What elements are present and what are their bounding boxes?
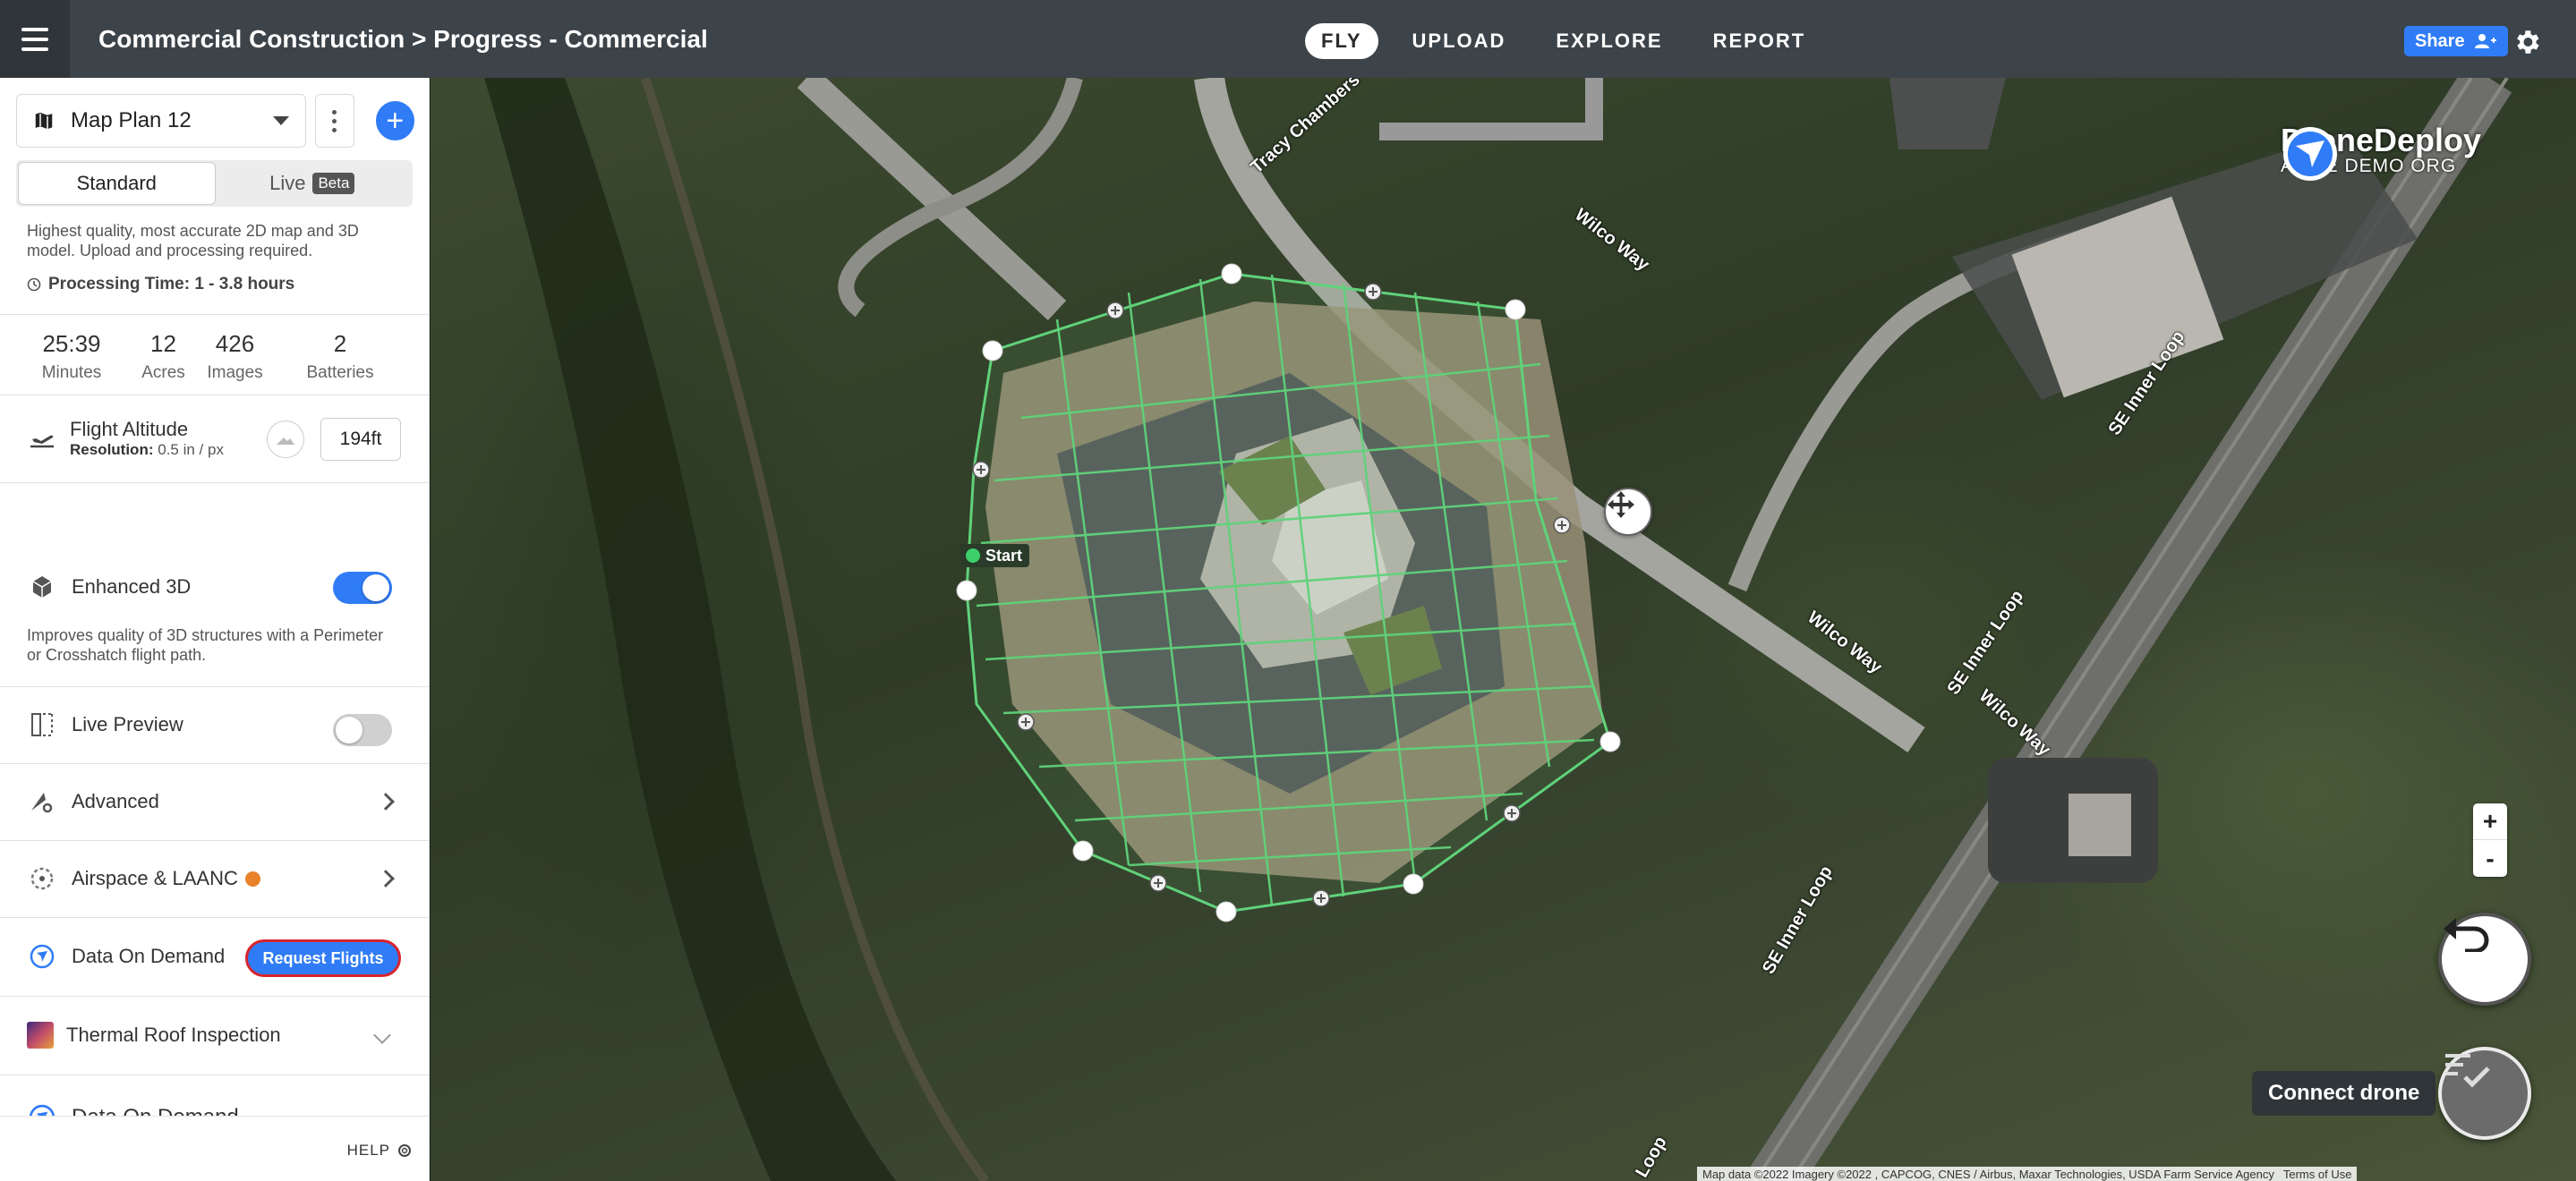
main-nav: FLY UPLOAD EXPLORE REPORT — [1305, 23, 1821, 59]
more-options-icon[interactable] — [315, 94, 354, 148]
resolution: Resolution: 0.5 in / px — [70, 441, 224, 458]
live-preview-label: Live Preview — [72, 713, 183, 735]
connect-drone-button[interactable] — [2438, 1047, 2531, 1140]
stat-batteries: 2 Batteries — [306, 330, 374, 382]
stat-images: 426 Images — [207, 330, 263, 382]
stat-minutes: 25:39 Minutes — [41, 330, 102, 382]
mode-description: Highest quality, most accurate 2D map an… — [27, 222, 359, 259]
undo-button[interactable] — [2438, 913, 2531, 1006]
chevron-down-icon — [273, 116, 290, 125]
zoom-out-button[interactable]: - — [2473, 840, 2507, 877]
warning-dot-icon — [244, 871, 260, 887]
processing-time-text: Processing Time: 1 - 3.8 hours — [48, 275, 295, 293]
live-preview-toggle[interactable] — [333, 714, 392, 746]
beta-badge: Beta — [312, 173, 355, 194]
add-user-icon — [2474, 34, 2496, 48]
airspace-icon — [29, 865, 55, 892]
terms-link[interactable]: Terms of Use — [2283, 1168, 2352, 1181]
enhanced-3d-toggle[interactable] — [333, 572, 392, 604]
connect-drone-label: Connect drone — [2252, 1071, 2436, 1116]
menu-icon[interactable] — [0, 0, 70, 78]
thermal-roof-row[interactable]: Thermal Roof Inspection — [0, 996, 429, 1075]
breadcrumb[interactable]: Commercial Construction > Progress - Com… — [98, 25, 708, 54]
move-polygon-handle[interactable] — [1604, 488, 1652, 536]
chevron-right-icon — [377, 870, 395, 888]
plan-name: Map Plan 12 — [71, 108, 192, 132]
tab-report[interactable]: REPORT — [1697, 23, 1822, 59]
mode-live-label: Live — [269, 172, 306, 194]
map-view[interactable]: Wilco Way Tracy Chambers Wilco Way Wilco… — [431, 78, 2576, 1181]
stat-acres: 12 Acres — [141, 330, 185, 382]
terrain-icon — [277, 438, 294, 445]
map-icon — [34, 111, 54, 131]
plan-row: Map Plan 12 + — [16, 94, 414, 148]
clock-icon — [27, 277, 41, 292]
divider — [0, 314, 429, 315]
takeoff-icon — [30, 435, 54, 448]
start-dot-icon — [966, 548, 980, 563]
airspace-row[interactable]: Airspace & LAANC — [0, 840, 429, 917]
thermal-roof-label: Thermal Roof Inspection — [66, 1024, 281, 1046]
dronedeploy-logo: DroneDeploy ACME DEMO ORG — [2281, 124, 2481, 181]
advanced-row[interactable]: Advanced — [0, 763, 429, 840]
help-label: HELP — [346, 1142, 390, 1159]
add-plan-button[interactable]: + — [375, 101, 414, 140]
processing-time: Processing Time: 1 - 3.8 hours — [27, 275, 294, 294]
help-bar: HELP — [0, 1116, 429, 1181]
divider — [0, 482, 429, 483]
advanced-settings-icon — [29, 788, 55, 815]
plan-select[interactable]: Map Plan 12 — [16, 94, 307, 148]
airspace-label: Airspace & LAANC — [72, 867, 238, 889]
checklist-icon — [2445, 1054, 2490, 1088]
advanced-label: Advanced — [72, 790, 159, 812]
dronedeploy-logo-icon — [2283, 127, 2337, 181]
data-on-demand-icon — [29, 943, 55, 970]
data-on-demand-label: Data On Demand — [72, 945, 226, 967]
tab-explore[interactable]: EXPLORE — [1540, 23, 1678, 59]
start-label: Start — [985, 546, 1023, 565]
enhanced-3d-description: Improves quality of 3D structures with a… — [27, 626, 384, 664]
zoom-in-button[interactable]: + — [2473, 803, 2507, 840]
start-marker[interactable]: Start — [960, 544, 1030, 567]
share-button[interactable]: Share — [2404, 26, 2508, 56]
zoom-control: + - — [2473, 803, 2507, 877]
mode-standard[interactable]: Standard — [19, 163, 215, 204]
map-attribution: Map data ©2022 Imagery ©2022 , CAPCOG, C… — [1697, 1167, 2358, 1181]
flight-stats: 25:39 Minutes 12 Acres 426 Images 2 Batterie… — [0, 330, 429, 396]
attribution-text: Map data ©2022 Imagery ©2022 , CAPCOG, C… — [1702, 1167, 2274, 1181]
share-label: Share — [2415, 30, 2465, 51]
flight-altitude-label: Flight Altitude — [70, 418, 189, 440]
mode-toggle: Standard Live Beta — [16, 160, 413, 207]
altitude-input[interactable]: 194ft — [320, 418, 401, 461]
top-bar: Commercial Construction > Progress - Com… — [0, 0, 2576, 78]
divider — [0, 686, 429, 687]
enhanced-3d-label: Enhanced 3D — [72, 575, 192, 598]
chevron-right-icon — [377, 793, 395, 811]
live-preview-icon — [29, 711, 55, 738]
chevron-down-icon — [373, 1026, 391, 1044]
mode-live[interactable]: Live Beta — [215, 163, 411, 204]
lifebuoy-icon — [398, 1144, 411, 1157]
gear-icon[interactable] — [2512, 27, 2542, 57]
request-flights-button[interactable]: Request Flights — [245, 939, 401, 977]
move-icon — [1608, 491, 1634, 518]
tab-upload[interactable]: UPLOAD — [1396, 23, 1523, 59]
thermal-icon — [27, 1022, 54, 1049]
map-canvas — [484, 78, 2512, 1181]
cube-icon — [29, 574, 55, 600]
flight-plan-sidebar: Map Plan 12 + Standard Live Beta Highest… — [0, 78, 430, 1181]
undo-icon — [2444, 918, 2489, 952]
terrain-follow-button[interactable] — [267, 421, 304, 458]
tab-fly[interactable]: FLY — [1305, 23, 1378, 59]
help-button[interactable]: HELP — [347, 1142, 412, 1160]
